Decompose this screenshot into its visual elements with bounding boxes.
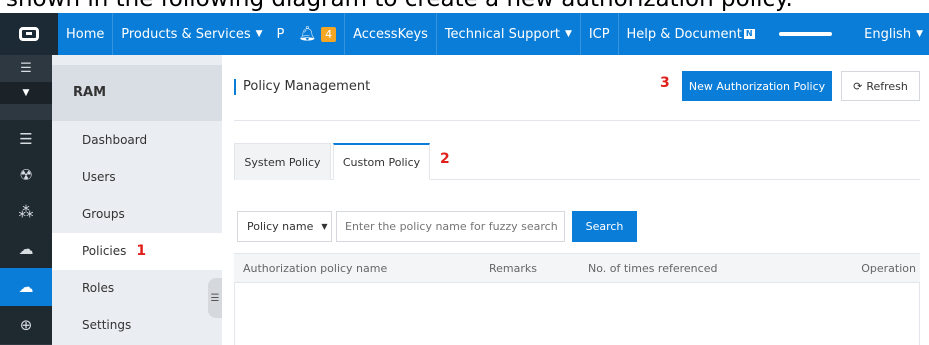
refresh-button[interactable]: ⟳ Refresh xyxy=(841,71,920,101)
main-content: Policy Management 3 New Authorization Po… xyxy=(222,55,929,345)
sidebar-item-dashboard[interactable]: Dashboard xyxy=(52,122,222,159)
caret-down-icon: ▼ xyxy=(916,29,923,39)
search-field-select[interactable]: Policy name ▼ xyxy=(237,211,332,242)
nav-language[interactable]: English ▼ xyxy=(856,13,929,55)
nav-technical-support[interactable]: Technical Support ▼ xyxy=(437,13,580,55)
table-header: Authorization policy name Remarks No. of… xyxy=(234,253,920,283)
sidebar-title: RAM xyxy=(52,65,222,121)
nav-products-services[interactable]: Products & Services ▼ xyxy=(113,13,270,55)
sidebar-item-groups[interactable]: Groups xyxy=(52,196,222,233)
brain-icon[interactable]: ☢ xyxy=(0,156,52,194)
annotation-step-1: 1 xyxy=(136,243,147,259)
nav-accesskeys[interactable]: AccessKeys xyxy=(345,13,436,55)
refresh-icon: ⟳ xyxy=(853,79,863,93)
policy-search-input[interactable] xyxy=(336,211,565,242)
nav-icp[interactable]: ICP xyxy=(581,13,618,55)
nav-notifications[interactable]: 🔔︎ 4 xyxy=(290,13,344,55)
nodes-icon[interactable]: ⁂ xyxy=(0,193,52,231)
column-times-referenced: No. of times referenced xyxy=(588,262,718,275)
account-name-redacted[interactable] xyxy=(778,32,833,36)
console-logo[interactable] xyxy=(0,13,58,55)
caret-down-icon: ▼ xyxy=(321,222,328,231)
search-button[interactable]: Search xyxy=(572,211,637,242)
cloud-upload-icon[interactable]: ☁ xyxy=(0,230,52,268)
tab-custom-policy[interactable]: Custom Policy xyxy=(333,143,430,180)
nav-shortcut[interactable]: P xyxy=(271,13,291,55)
column-policy-name: Authorization policy name xyxy=(243,262,388,275)
nav-help-document[interactable]: Help & Document N xyxy=(619,13,763,55)
bell-icon: 🔔︎ xyxy=(298,26,317,42)
caret-down-icon: ▼ xyxy=(255,29,263,39)
new-authorization-policy-button[interactable]: New Authorization Policy xyxy=(682,71,832,101)
sidebar-item-settings[interactable]: Settings xyxy=(52,307,222,344)
table-border xyxy=(919,283,920,345)
column-remarks: Remarks xyxy=(489,262,537,275)
nav-home[interactable]: Home xyxy=(58,13,112,55)
column-operation: Operation xyxy=(861,262,916,275)
top-navigation-bar: Home Products & Services ▼ P 🔔︎ 4 AccessK… xyxy=(0,13,929,55)
annotation-step-2: 2 xyxy=(440,151,450,167)
sidebar-item-users[interactable]: Users xyxy=(52,159,222,196)
server-icon[interactable]: ☰ xyxy=(0,120,52,158)
logo-icon xyxy=(18,27,39,41)
tab-system-policy[interactable]: System Policy xyxy=(234,143,331,180)
page-title: Policy Management xyxy=(234,79,370,95)
caret-down-icon: ▼ xyxy=(565,29,572,39)
notification-badge: 4 xyxy=(321,26,337,42)
globe-icon[interactable]: ⊕ xyxy=(0,306,52,344)
cloud-active-icon[interactable]: ☁ xyxy=(0,268,52,306)
new-badge: N xyxy=(743,29,755,39)
ram-sidebar: RAM Dashboard Users Groups Policies 1 Rol… xyxy=(52,55,222,345)
annotation-step-3: 3 xyxy=(660,75,670,91)
sidebar-collapse-handle[interactable]: ☰ xyxy=(208,278,222,318)
caption-text: shown in the following diagram to create… xyxy=(6,0,793,11)
divider xyxy=(234,120,920,121)
menu-icon[interactable]: ☰ xyxy=(0,55,52,82)
sidebar-item-policies[interactable]: Policies 1 xyxy=(52,233,222,270)
table-border xyxy=(234,283,235,345)
collapse-icon: ☰ xyxy=(210,292,220,304)
expand-caret-icon[interactable]: ▼ xyxy=(0,82,52,104)
icon-rail: ☰ ▼ ☰ ☢ ⁂ ☁ ☁ ⊕ xyxy=(0,55,52,345)
sidebar-item-roles[interactable]: Roles xyxy=(52,270,222,307)
